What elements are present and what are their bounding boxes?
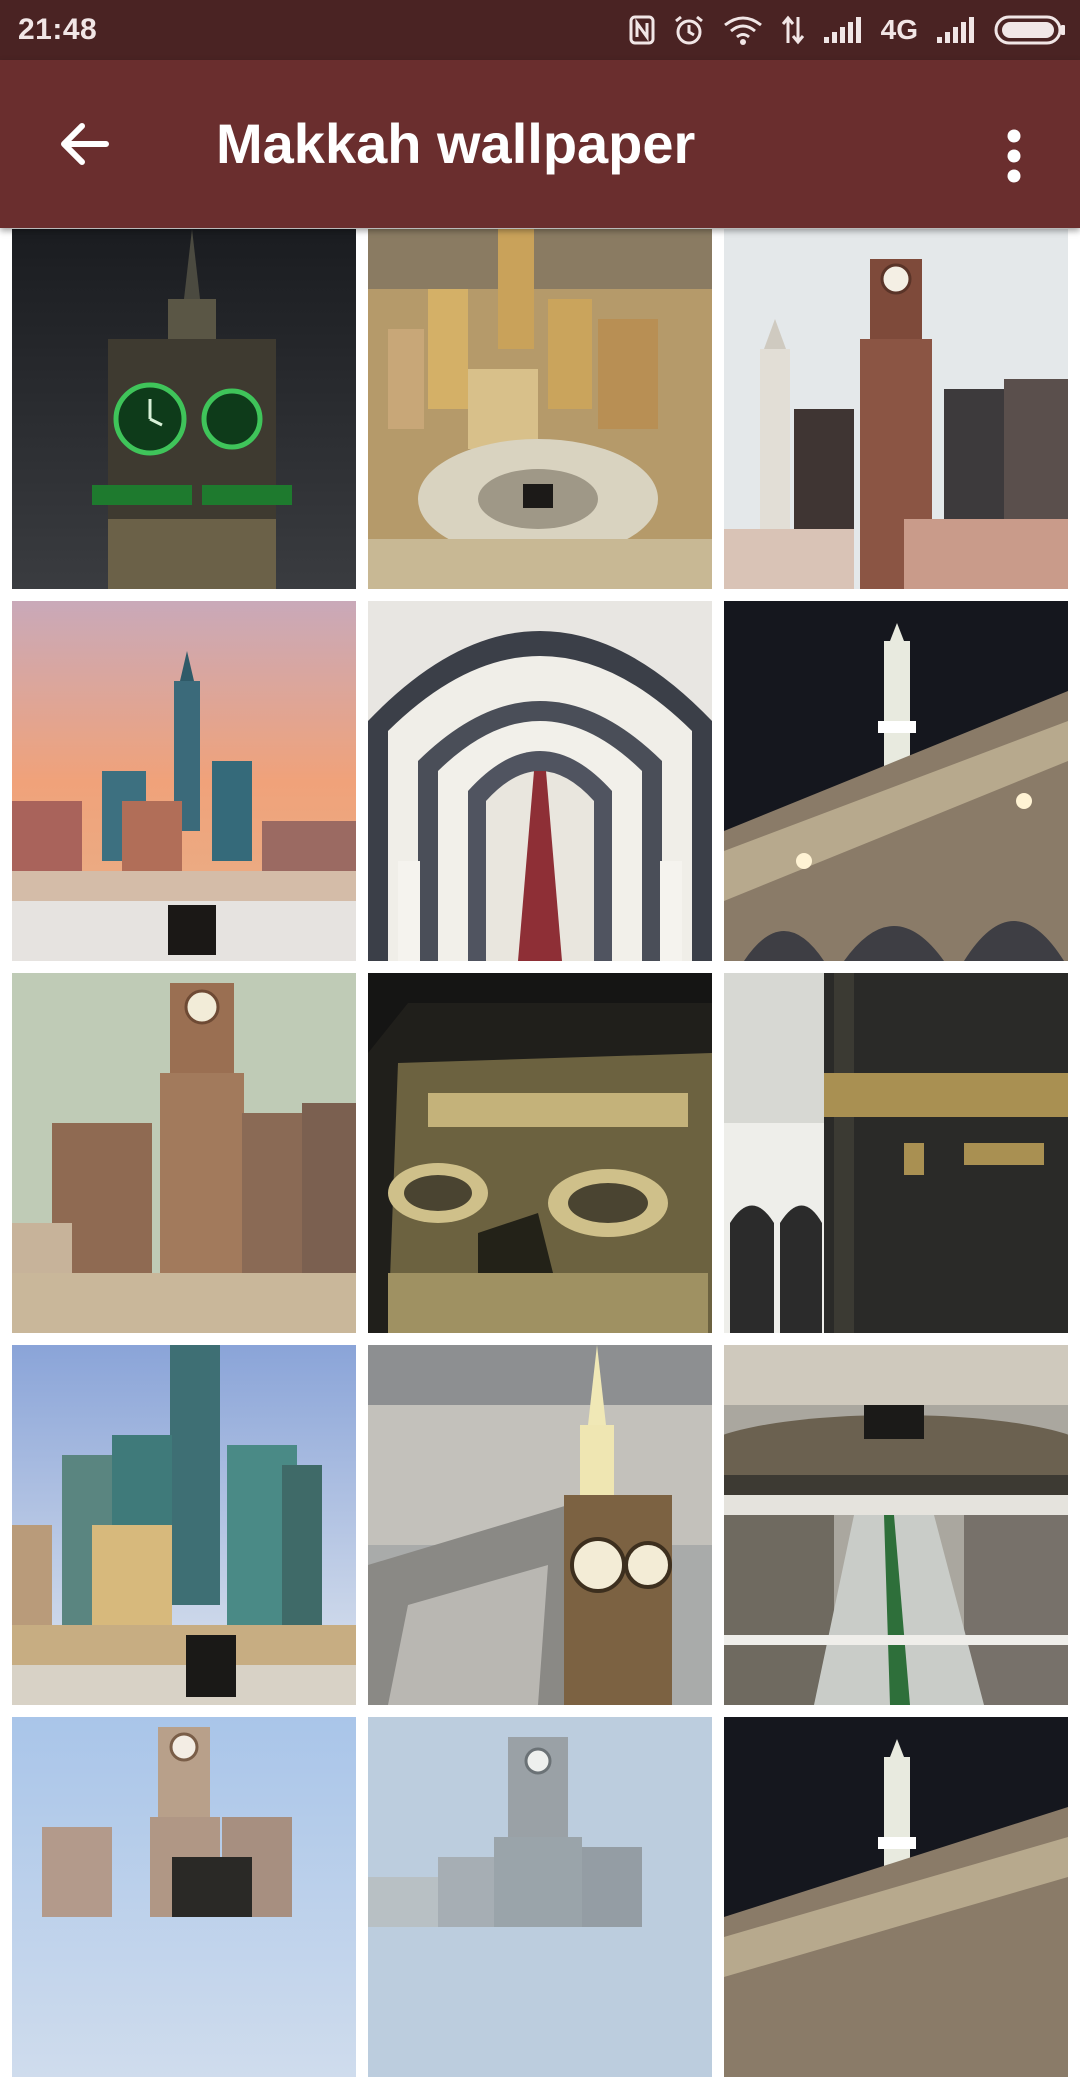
- minaret-icon: [724, 1717, 1068, 2077]
- back-button[interactable]: [48, 108, 120, 180]
- status-bar: 21:48 4G: [0, 0, 1080, 60]
- wallpaper-grid: [12, 229, 1068, 2077]
- wallpaper-thumbnail[interactable]: [12, 1345, 356, 1705]
- clock-tower-icon: [12, 973, 356, 1333]
- clock-tower-icon: [368, 1345, 712, 1705]
- wallpaper-thumbnail[interactable]: [12, 229, 356, 589]
- wifi-icon: [723, 16, 762, 45]
- wallpaper-thumbnail[interactable]: [12, 1717, 356, 2077]
- network-type-label: 4G: [880, 14, 918, 45]
- wallpaper-thumbnail[interactable]: [724, 973, 1068, 1333]
- city-icon: [12, 1345, 356, 1705]
- crowd-icon: [724, 1345, 1068, 1705]
- city-icon: [12, 601, 356, 961]
- minaret-icon: [724, 601, 1068, 961]
- wallpaper-thumbnail[interactable]: [724, 601, 1068, 961]
- more-vertical-icon: [1007, 129, 1021, 183]
- battery-icon: [994, 15, 1065, 45]
- wallpaper-thumbnail[interactable]: [368, 1345, 712, 1705]
- clock-tower-icon: [12, 1717, 356, 2077]
- wallpaper-thumbnail[interactable]: [368, 973, 712, 1333]
- wallpaper-thumbnail[interactable]: [12, 973, 356, 1333]
- wallpaper-thumbnail[interactable]: [724, 1345, 1068, 1705]
- arches-icon: [368, 601, 712, 961]
- wallpaper-thumbnail[interactable]: [724, 229, 1068, 589]
- city-icon: [368, 229, 712, 589]
- nfc-icon: [629, 15, 655, 45]
- clock-tower-icon: [368, 1717, 712, 2077]
- wallpaper-thumbnail[interactable]: [368, 601, 712, 961]
- wallpaper-thumbnail[interactable]: [12, 601, 356, 961]
- signal-icon: [937, 17, 974, 43]
- overflow-menu-button[interactable]: [986, 116, 1042, 196]
- status-icons: 4G: [629, 14, 1066, 46]
- app-bar: Makkah wallpaper: [0, 60, 1080, 228]
- page-title: Makkah wallpaper: [216, 112, 696, 175]
- data-transfer-icon: [781, 15, 804, 45]
- wallpaper-thumbnail[interactable]: [368, 1717, 712, 2077]
- clock-tower-icon: [12, 229, 356, 589]
- clock-tower-icon: [724, 229, 1068, 589]
- signal-icon: [823, 17, 861, 43]
- alarm-icon: [674, 15, 703, 45]
- wallpaper-thumbnail[interactable]: [368, 229, 712, 589]
- kaaba-icon: [724, 973, 1068, 1333]
- wallpaper-thumbnail[interactable]: [724, 1717, 1068, 2077]
- arrow-left-icon: [61, 123, 109, 165]
- status-time: 21:48: [18, 13, 98, 46]
- kiswa-icon: [368, 973, 712, 1333]
